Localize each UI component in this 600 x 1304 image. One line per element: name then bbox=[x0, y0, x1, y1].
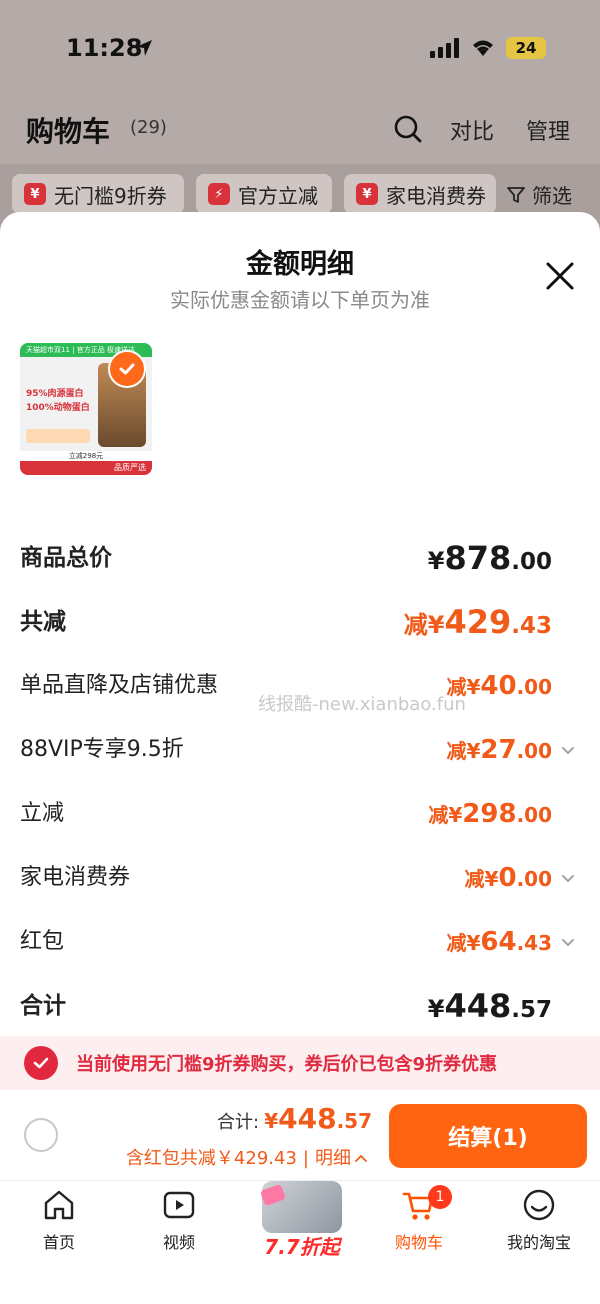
video-icon bbox=[163, 1191, 195, 1219]
tab-video[interactable]: 视频 bbox=[124, 1187, 234, 1253]
chevron-down-icon[interactable] bbox=[560, 742, 576, 758]
check-icon[interactable] bbox=[24, 1046, 58, 1080]
funnel-icon bbox=[507, 186, 525, 203]
checkout-total: 合计: ¥448.57 bbox=[217, 1102, 372, 1135]
coupon-icon: ¥ bbox=[24, 183, 46, 205]
row-value: 减¥429.43 bbox=[403, 603, 552, 641]
select-all-checkbox[interactable] bbox=[24, 1118, 58, 1152]
chip-coupon-9-off[interactable]: ¥ 无门槛9折券 bbox=[12, 174, 184, 214]
chip-label: 家电消费券 bbox=[386, 183, 486, 208]
row-value: 减¥64.43 bbox=[446, 927, 552, 957]
sheet-title: 金额明细 bbox=[246, 249, 354, 280]
cart-badge: 1 bbox=[428, 1185, 452, 1209]
coupon-banner-text: 当前使用无门槛9折券购买，券后价已包含9折券优惠 bbox=[76, 1054, 498, 1075]
battery-indicator: 24 bbox=[506, 37, 546, 59]
selected-check-icon bbox=[108, 350, 146, 388]
filter-label: 筛选 bbox=[532, 184, 572, 208]
row-value: ¥878.00 bbox=[427, 539, 552, 577]
home-icon bbox=[44, 1190, 74, 1220]
manage-button[interactable]: 管理 bbox=[526, 114, 570, 146]
row-value: 减¥0.00 bbox=[464, 863, 552, 893]
row-label: 商品总价 bbox=[20, 545, 112, 571]
row-label: 红包 bbox=[20, 929, 65, 954]
row-subtotal: 商品总价 ¥878.00 bbox=[20, 538, 580, 578]
compare-button[interactable]: 对比 bbox=[450, 114, 494, 146]
cart-count: (29) bbox=[130, 117, 167, 138]
row-red-packet[interactable]: 红包 减¥64.43 bbox=[20, 922, 580, 962]
chip-label: 官方立减 bbox=[238, 183, 318, 208]
row-label: 共减 bbox=[20, 609, 66, 635]
chevron-up-icon bbox=[355, 1154, 367, 1162]
row-label: 单品直降及店铺优惠 bbox=[20, 673, 219, 698]
filter-button[interactable]: 筛选 bbox=[506, 180, 572, 209]
profile-icon bbox=[523, 1189, 555, 1221]
row-label: 合计 bbox=[20, 993, 66, 1019]
thumb-line-2: 100%动物蛋白 bbox=[26, 403, 90, 413]
tab-home[interactable]: 首页 bbox=[4, 1187, 114, 1253]
chip-official-discount[interactable]: ⚡ 官方立减 bbox=[196, 174, 332, 214]
row-total-discount: 共减 减¥429.43 bbox=[20, 602, 580, 642]
coupon-banner[interactable]: 当前使用无门槛9折券购买，券后价已包含9折券优惠 bbox=[0, 1036, 600, 1090]
cart-title: 购物车 bbox=[26, 115, 111, 148]
row-value: ¥448.57 bbox=[427, 987, 552, 1025]
lightning-icon: ⚡ bbox=[208, 183, 230, 205]
tab-bar: 首页 视频 7.7折起 购物车 1 我的淘宝 bbox=[0, 1180, 600, 1304]
row-value: 减¥298.00 bbox=[428, 799, 552, 829]
chip-appliance-voucher[interactable]: ¥ 家电消费券 bbox=[344, 174, 496, 214]
row-grand-total: 合计 ¥448.57 bbox=[20, 986, 580, 1026]
row-appliance-voucher[interactable]: 家电消费券 减¥0.00 bbox=[20, 858, 580, 898]
thumb-bottom-strip: 品质严选 bbox=[20, 461, 152, 475]
chevron-down-icon[interactable] bbox=[560, 870, 576, 886]
row-88vip[interactable]: 88VIP专享9.5折 减¥27.00 bbox=[20, 730, 580, 770]
detail-link[interactable]: 明细 bbox=[315, 1148, 351, 1169]
row-label: 88VIP专享9.5折 bbox=[20, 737, 184, 762]
thumb-line-1: 95%肉源蛋白 bbox=[26, 389, 84, 399]
row-value: 减¥27.00 bbox=[446, 735, 552, 765]
chip-label: 无门槛9折券 bbox=[54, 183, 167, 208]
chevron-down-icon[interactable] bbox=[560, 934, 576, 950]
checkout-button[interactable]: 结算(1) bbox=[389, 1104, 587, 1168]
row-label: 家电消费券 bbox=[20, 865, 131, 890]
checkout-bar: 合计: ¥448.57 含红包共减￥429.43 | 明细 结算(1) bbox=[0, 1090, 600, 1180]
discount-summary[interactable]: 含红包共减￥429.43 | 明细 bbox=[126, 1144, 368, 1170]
sheet-subtitle: 实际优惠金额请以下单页为准 bbox=[170, 288, 430, 312]
tab-cart[interactable]: 购物车 bbox=[364, 1187, 474, 1253]
status-bar: 11:28 24 bbox=[0, 0, 600, 95]
location-arrow-icon bbox=[136, 40, 152, 56]
watermark: 线报酷-new.xianbao.fun bbox=[258, 694, 466, 715]
thumb-highlight bbox=[26, 429, 90, 443]
coupon-icon: ¥ bbox=[356, 183, 378, 205]
row-instant-discount: 立减 减¥298.00 bbox=[20, 794, 580, 834]
tab-my-taobao[interactable]: 我的淘宝 bbox=[484, 1187, 594, 1253]
search-icon[interactable] bbox=[393, 114, 423, 144]
promo-label: 7.7折起 bbox=[264, 1235, 340, 1259]
close-icon[interactable] bbox=[542, 258, 578, 294]
wifi-icon bbox=[473, 40, 493, 56]
thumb-footer: 立减298元 bbox=[20, 451, 152, 461]
cellular-signal-icon bbox=[430, 38, 459, 58]
row-label: 立减 bbox=[20, 801, 65, 826]
status-time: 11:28 bbox=[66, 34, 143, 62]
